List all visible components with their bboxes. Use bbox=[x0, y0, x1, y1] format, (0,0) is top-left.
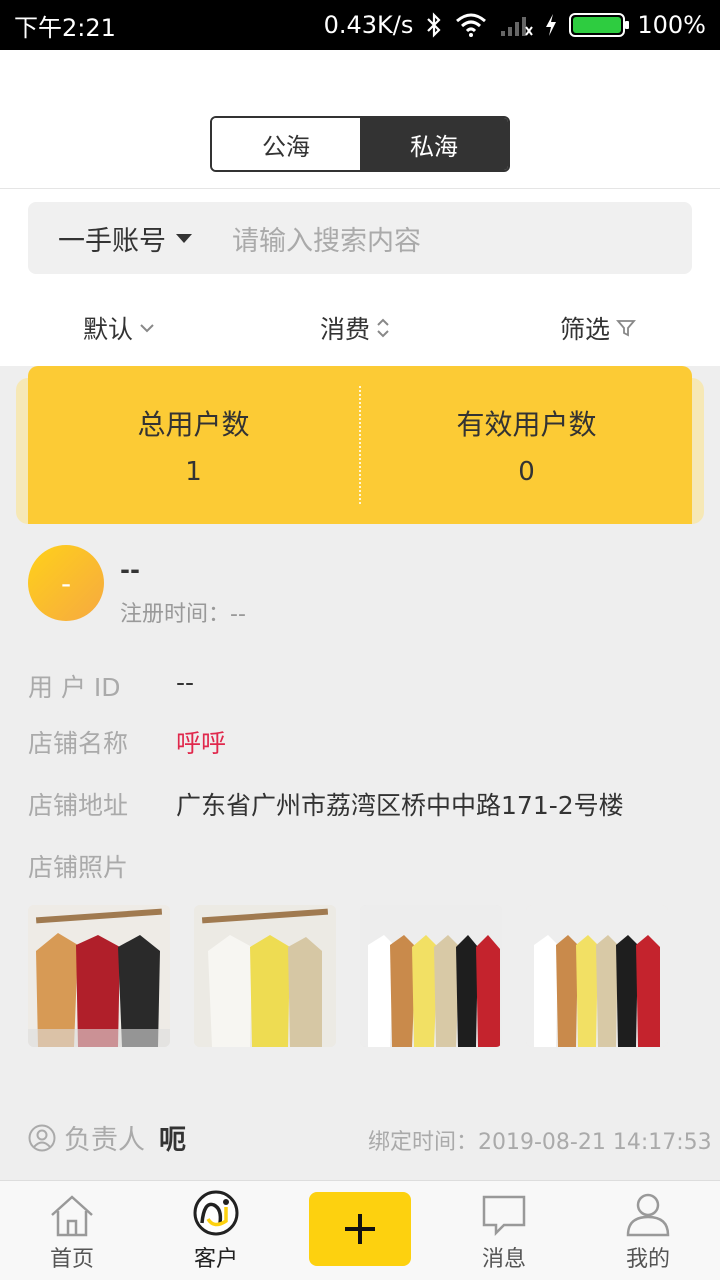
shop-photos bbox=[28, 905, 668, 1047]
person-icon bbox=[28, 1124, 56, 1151]
battery-percent: 100% bbox=[637, 11, 706, 39]
owner-row: 负责人 呃 bbox=[28, 1118, 186, 1157]
valid-users-value: 0 bbox=[518, 457, 535, 487]
shop-photo-4[interactable] bbox=[526, 905, 668, 1047]
user-id-label: 用 户 ID bbox=[28, 673, 121, 702]
sort-default-label: 默认 bbox=[83, 315, 134, 344]
home-icon bbox=[51, 1195, 93, 1237]
search-input[interactable]: 请输入搜索内容 bbox=[232, 219, 421, 258]
tab-customers[interactable]: 客户 bbox=[156, 1181, 276, 1280]
total-users-label: 总用户数 bbox=[137, 408, 250, 441]
search-bar: 一手账号 请输入搜索内容 bbox=[28, 202, 692, 274]
sort-spend-button[interactable]: 消费 bbox=[320, 310, 390, 346]
add-customer-button[interactable] bbox=[309, 1192, 411, 1266]
tab-home[interactable]: 首页 bbox=[12, 1181, 132, 1280]
user-id-value: -- bbox=[176, 668, 195, 697]
avatar[interactable]: - bbox=[28, 545, 104, 621]
status-bar: 下午2:21 0.43K/s 100% bbox=[0, 0, 720, 50]
bluetooth-icon bbox=[427, 12, 441, 38]
sort-default-button[interactable]: 默认 bbox=[83, 310, 155, 346]
plus-icon bbox=[345, 1214, 375, 1244]
tab-messages[interactable]: 消息 bbox=[444, 1181, 564, 1280]
status-time: 下午2:21 bbox=[14, 13, 116, 42]
total-users-value: 1 bbox=[185, 457, 202, 487]
chevron-down-icon bbox=[140, 324, 154, 333]
network-speed: 0.43K/s bbox=[323, 11, 414, 39]
bind-time: 绑定时间：2019-08-21 14:17:53 bbox=[368, 1130, 712, 1155]
battery-icon bbox=[569, 13, 630, 37]
sort-bar: 默认 消费 筛选 bbox=[0, 298, 720, 358]
customers-icon bbox=[193, 1190, 239, 1236]
register-time: 注册时间：-- bbox=[120, 602, 246, 627]
tab-mine[interactable]: 我的 bbox=[588, 1181, 708, 1280]
shop-address-value: 广东省广州市荔湾区桥中中路171-2号楼 bbox=[176, 791, 624, 820]
tab-public-sea[interactable]: 公海 bbox=[212, 118, 360, 170]
tab-mine-label: 我的 bbox=[625, 1247, 670, 1272]
tab-home-label: 首页 bbox=[49, 1247, 94, 1272]
caret-down-icon bbox=[176, 233, 192, 243]
user-name: -- bbox=[120, 556, 140, 584]
total-users-stat: 总用户数 1 bbox=[28, 366, 359, 524]
wifi-icon bbox=[456, 13, 487, 37]
message-icon bbox=[482, 1195, 526, 1237]
shop-photo-3[interactable] bbox=[360, 905, 502, 1047]
valid-users-label: 有效用户数 bbox=[456, 408, 597, 441]
sort-spend-label: 消费 bbox=[320, 315, 371, 344]
search-type-dropdown[interactable]: 一手账号 bbox=[58, 219, 192, 258]
filter-icon bbox=[616, 320, 636, 337]
shop-name-value: 呼呼 bbox=[176, 729, 227, 758]
user-icon bbox=[626, 1193, 670, 1237]
tab-customers-label: 客户 bbox=[193, 1247, 238, 1272]
filter-label: 筛选 bbox=[560, 315, 611, 344]
sort-updown-icon bbox=[377, 318, 389, 338]
sea-segmented-control: 公海 私海 bbox=[210, 116, 510, 172]
shop-photo-1[interactable] bbox=[28, 905, 170, 1047]
shop-address-label: 店铺地址 bbox=[28, 791, 129, 820]
signal-icon bbox=[501, 17, 534, 36]
valid-users-stat: 有效用户数 0 bbox=[361, 366, 692, 524]
tab-private-sea[interactable]: 私海 bbox=[360, 118, 508, 170]
shop-photos-label: 店铺照片 bbox=[28, 853, 129, 882]
filter-button[interactable]: 筛选 bbox=[560, 310, 636, 346]
tab-messages-label: 消息 bbox=[481, 1247, 526, 1272]
shop-name-label: 店铺名称 bbox=[28, 729, 129, 758]
search-type-label: 一手账号 bbox=[58, 225, 166, 257]
header-divider bbox=[0, 188, 720, 189]
stats-card: 总用户数 1 有效用户数 0 bbox=[28, 366, 692, 524]
charging-icon bbox=[546, 14, 557, 36]
owner-name: 呃 bbox=[159, 1125, 186, 1156]
shop-photo-2[interactable] bbox=[194, 905, 336, 1047]
owner-label: 负责人 bbox=[64, 1125, 145, 1156]
